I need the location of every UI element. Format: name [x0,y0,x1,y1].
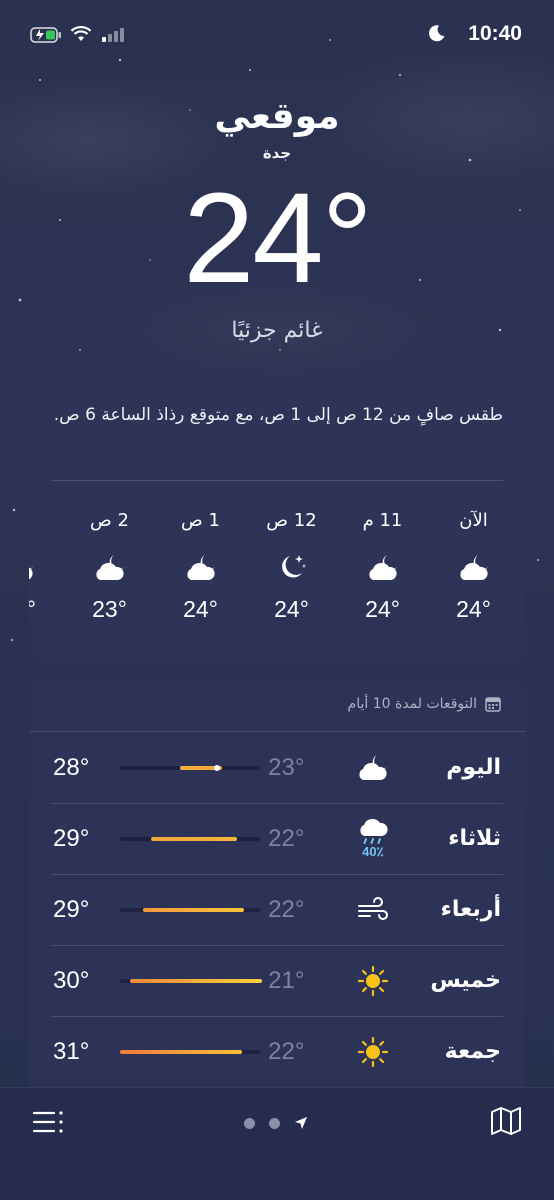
day-row[interactable]: خميس 21° 30° [29,945,525,1016]
day-name: ثلاثاء [448,826,501,851]
cloud-moon-icon [343,752,402,784]
hourly-divider [51,480,503,481]
temp-range-bar [120,836,261,841]
temp-range-fill [120,1049,243,1054]
location-arrow-icon[interactable] [294,1116,308,1130]
temp-range-bar [120,764,261,771]
cloud-moon-icon [337,544,428,592]
status-bar: 10:40 [0,0,554,70]
forecast-summary: طقس صافٍ من 12 ص إلى 1 ص، مع متوقع رذاذ … [53,405,503,425]
hour-label: 12 ص [266,510,317,531]
hour-temp: 24° [365,596,400,622]
temp-range-fill [151,836,237,841]
day-row[interactable]: ثلاثاء 40٪ 22° 29° [29,803,525,874]
day-row[interactable]: جمعة 22° 31° [29,1016,525,1087]
battery-icon [30,27,61,43]
day-row[interactable]: اليوم 23° 28° [29,732,525,803]
wifi-icon [70,26,92,41]
cloud-rain-icon: 40٪ [343,818,402,860]
day-name: جمعة [444,1039,501,1064]
day-name: اليوم [446,755,501,780]
day-high-temp: 31° [53,1037,90,1065]
current-temp-dot [213,764,220,771]
temp-range-bar [120,978,263,983]
hour-item: 12 ص 24° [246,496,337,646]
temp-range-fill [130,978,263,983]
ten-day-header: التوقعات لمدة 10 أيام [29,677,525,732]
hour-temp: 23° [92,596,127,622]
hour-temp: 24° [274,596,309,622]
hour-item: 2 ص 23° [64,496,155,646]
hour-label: الآن [459,510,488,531]
cellular-signal-icon [102,28,124,42]
cloud-moon-icon [64,544,155,592]
sun-icon [343,1036,402,1068]
hourly-scroll[interactable]: الآن 24° 11 م 24° 12 ص 24° 1 ص 24° 2 ص 2… [29,496,525,646]
city-name: جدة [262,144,292,162]
cloud-moon-icon [29,544,64,592]
ten-day-title: التوقعات لمدة 10 أيام [347,696,477,712]
day-name: أربعاء [440,897,501,922]
cloud-moon-icon [428,544,519,592]
day-name: خميس [430,968,501,993]
day-high-temp: 29° [53,824,90,852]
hour-temp: 23° [29,596,36,622]
calendar-icon [485,697,501,712]
hour-label: 2 ص [90,510,129,531]
day-high-temp: 30° [53,966,90,994]
temp-range-bar [120,1049,261,1054]
day-low-temp: 22° [268,824,305,852]
hour-item: الآن 24° [428,496,519,646]
temp-range-bar [120,907,261,912]
hour-item: 3 23° [29,496,64,646]
do-not-disturb-moon-icon [428,25,445,42]
list-icon[interactable] [32,1108,64,1136]
hour-label: 11 م [362,510,403,531]
current-condition: غائم جزئيًا [231,318,323,343]
day-low-temp: 23° [268,753,305,781]
page-indicator[interactable] [244,1116,308,1130]
bottom-toolbar [0,1087,554,1200]
day-low-temp: 22° [268,1037,305,1065]
page-dot[interactable] [244,1117,255,1129]
hour-label: 1 ص [181,510,220,531]
ten-day-forecast-panel[interactable]: التوقعات لمدة 10 أيام اليوم 23° 28° ثلاث… [29,677,525,1097]
hour-label: 3 [29,508,64,534]
wind-icon [343,896,402,923]
cloud-moon-icon [155,544,246,592]
hour-temp: 24° [183,596,218,622]
day-row[interactable]: أربعاء 22° 29° [29,874,525,945]
hour-item: 1 ص 24° [155,496,246,646]
current-weather-header: موقعي جدة 24° غائم جزئيًا [0,92,554,343]
status-time: 10:40 [468,22,522,45]
map-icon[interactable] [490,1106,522,1136]
day-high-temp: 29° [53,895,90,923]
page-dot[interactable] [269,1117,280,1129]
sun-icon [343,965,402,997]
moon-stars-icon [246,544,337,592]
temp-range-fill [142,907,244,912]
hour-temp: 24° [456,596,491,622]
hour-item: 11 م 24° [337,496,428,646]
day-low-temp: 22° [268,895,305,923]
current-temperature: 24° [183,167,373,310]
day-high-temp: 28° [53,753,90,781]
location-title: موقعي [214,96,340,137]
precip-chance: 40٪ [362,843,384,859]
day-low-temp: 21° [268,966,305,994]
